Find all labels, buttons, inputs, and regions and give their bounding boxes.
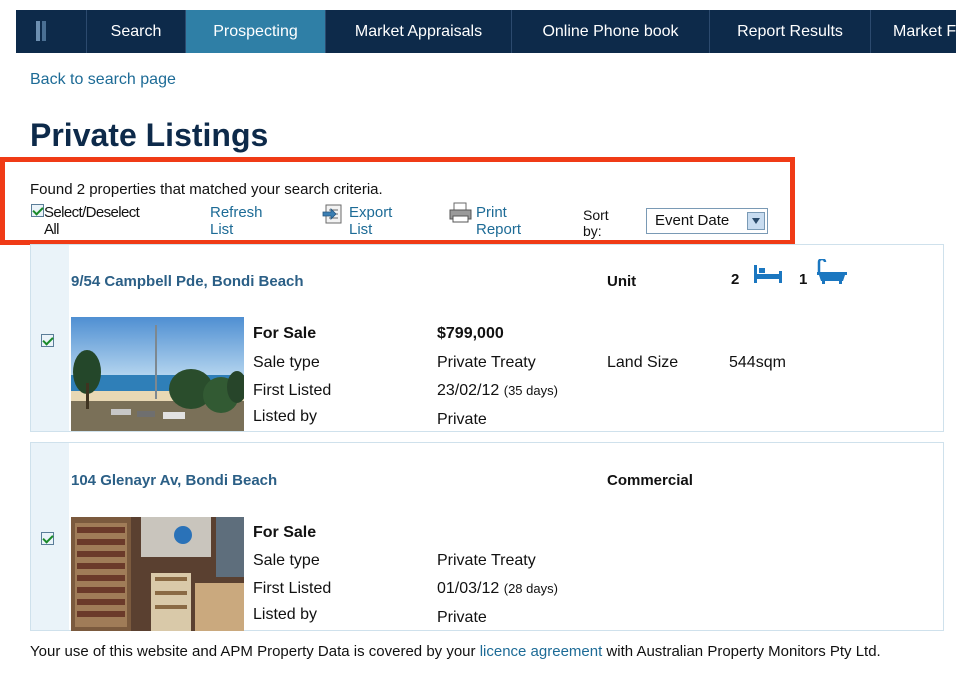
land-size-label: Land Size: [607, 354, 679, 371]
bathroom-count: 1: [799, 271, 808, 288]
first-listed-date: 23/02/12: [437, 382, 500, 399]
sort-by-value: Event Date: [655, 212, 730, 229]
sort-by-label: Sort by:: [583, 207, 609, 239]
print-icon[interactable]: [448, 202, 474, 228]
listing-address-link[interactable]: 9/54 Campbell Pde, Bondi Beach: [71, 273, 304, 290]
listed-by-label: Listed by: [253, 606, 318, 623]
listing-card: 104 Glenayr Av, Bondi Beach Commercial F…: [30, 442, 944, 631]
listed-by-value: Private: [437, 609, 487, 626]
listing-status: For Sale: [253, 524, 317, 541]
tab-market-appraisals[interactable]: Market Appraisals: [325, 10, 511, 53]
land-size-value: 544sqm: [729, 354, 786, 371]
licence-agreement-link[interactable]: licence agreement: [480, 643, 603, 660]
first-listed-value: 01/03/12 (28 days): [437, 580, 558, 598]
back-to-search-link[interactable]: Back to search page: [30, 71, 176, 89]
tab-report-results[interactable]: Report Results: [709, 10, 870, 53]
select-all-checkbox[interactable]: [31, 204, 44, 217]
listing-checkbox[interactable]: [41, 532, 54, 545]
top-nav: Search Prospecting Market Appraisals Onl…: [16, 10, 956, 53]
listing-property-type: Unit: [607, 273, 637, 290]
sale-type-label: Sale type: [253, 354, 320, 371]
app-logo-icon[interactable]: [16, 10, 86, 53]
listing-price: $799,000: [437, 325, 504, 342]
refresh-list-link[interactable]: Refresh List: [210, 204, 263, 238]
footer-notice: Your use of this website and APM Propert…: [30, 641, 910, 663]
print-report-link[interactable]: Print Report: [476, 204, 521, 238]
select-all-label[interactable]: Select/Deselect All: [44, 204, 140, 238]
results-count-text: Found 2 properties that matched your sea…: [30, 181, 383, 198]
bed-icon: [753, 263, 783, 290]
listing-photo[interactable]: [71, 517, 244, 631]
tab-market-reports[interactable]: Market F: [870, 10, 956, 53]
sale-type-value: Private Treaty: [437, 354, 536, 371]
footer-text-after: with Australian Property Monitors Pty Lt…: [602, 643, 881, 660]
export-list-link[interactable]: Export List: [349, 204, 392, 238]
listing-address-link[interactable]: 104 Glenayr Av, Bondi Beach: [71, 472, 277, 489]
first-listed-value: 23/02/12 (35 days): [437, 382, 558, 400]
tab-search[interactable]: Search: [86, 10, 185, 53]
tab-online-phone-book[interactable]: Online Phone book: [511, 10, 709, 53]
listed-by-value: Private: [437, 411, 487, 428]
dropdown-arrow-icon[interactable]: [747, 212, 765, 230]
listing-property-type: Commercial: [607, 472, 693, 489]
listing-photo[interactable]: [71, 317, 247, 431]
sale-type-value: Private Treaty: [437, 552, 536, 569]
page-title: Private Listings: [30, 117, 269, 153]
listing-checkbox[interactable]: [41, 334, 54, 347]
tab-prospecting[interactable]: Prospecting: [185, 10, 325, 53]
sort-by-select[interactable]: Event Date: [646, 208, 768, 234]
first-listed-label: First Listed: [253, 382, 332, 399]
first-listed-date: 01/03/12: [437, 580, 500, 597]
listing-card: 9/54 Campbell Pde, Bondi Beach Unit 2 1: [30, 244, 944, 432]
bedroom-count: 2: [731, 271, 740, 288]
listing-status: For Sale: [253, 325, 317, 342]
first-listed-label: First Listed: [253, 580, 332, 597]
first-listed-days: (35 days): [503, 383, 558, 398]
listed-by-label: Listed by: [253, 408, 318, 425]
first-listed-days: (28 days): [503, 581, 558, 596]
export-icon[interactable]: [322, 204, 348, 228]
footer-text-before: Your use of this website and APM Propert…: [30, 643, 480, 660]
sale-type-label: Sale type: [253, 552, 320, 569]
bath-icon: [815, 257, 849, 290]
